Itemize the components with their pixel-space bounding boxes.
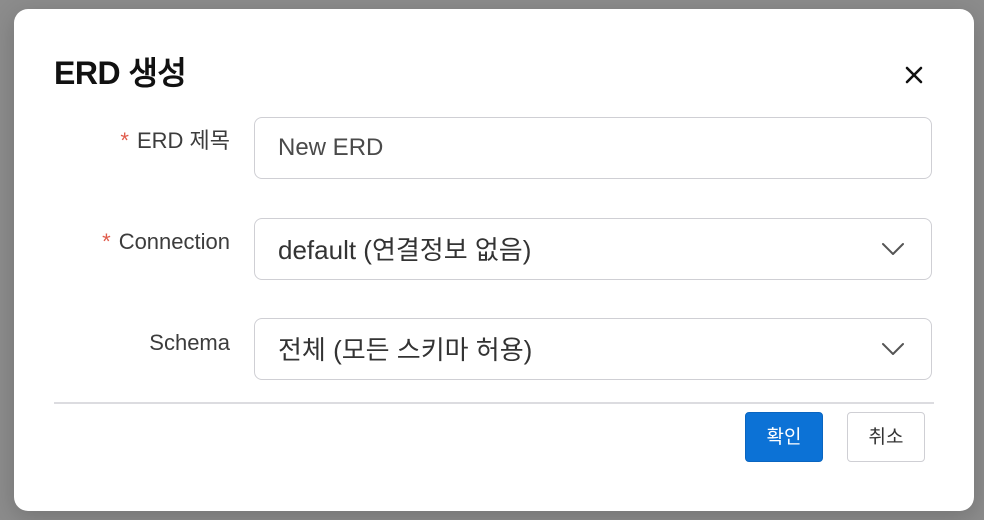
dialog-title: ERD 생성 — [54, 55, 187, 91]
schema-selected-value: 전체 (모든 스키마 허용) — [278, 335, 533, 365]
close-icon — [905, 66, 923, 84]
erd-name-input[interactable] — [255, 118, 931, 178]
erd-name-field — [254, 117, 932, 179]
required-marker: * — [120, 128, 129, 153]
schema-label: Schema — [149, 329, 230, 357]
confirm-button[interactable]: 확인 — [745, 412, 823, 462]
close-button[interactable] — [896, 57, 932, 93]
cancel-button[interactable]: 취소 — [847, 412, 925, 462]
chevron-down-icon — [882, 343, 904, 355]
chevron-down-icon — [882, 243, 904, 255]
required-marker: * — [102, 229, 111, 254]
schema-label-text: Schema — [149, 330, 230, 355]
erd-name-label: * ERD 제목 — [120, 127, 230, 155]
connection-label: * Connection — [102, 228, 230, 256]
erd-name-label-text: ERD 제목 — [136, 128, 230, 153]
connection-select[interactable]: default (연결정보 없음) — [254, 218, 932, 280]
connection-label-text: Connection — [118, 229, 230, 254]
connection-selected-value: default (연결정보 없음) — [278, 235, 532, 265]
schema-select[interactable]: 전체 (모든 스키마 허용) — [254, 318, 932, 380]
footer-divider — [54, 402, 934, 404]
erd-create-dialog: ERD 생성 * ERD 제목 * Connection default (연결정보… — [14, 9, 974, 511]
